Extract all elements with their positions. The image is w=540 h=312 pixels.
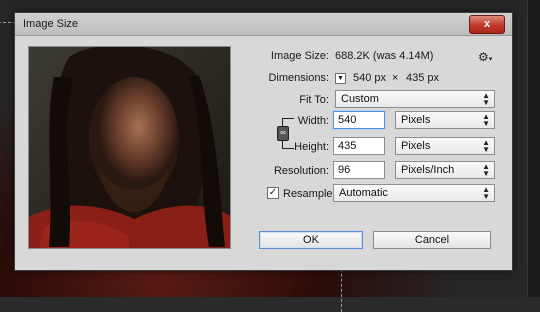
height-input[interactable]: 435 xyxy=(333,137,385,155)
chevron-updown-icon: ▲ ▼ xyxy=(482,138,490,154)
resolution-label: Resolution: xyxy=(273,165,329,177)
width-input[interactable]: 540 xyxy=(333,111,385,129)
dialog-titlebar[interactable]: Image Size x xyxy=(15,13,512,36)
checkmark-icon: ✓ xyxy=(268,187,278,198)
image-size-dialog: Image Size x Image Size: 688.2K (was 4.1… xyxy=(14,12,513,271)
preview-image xyxy=(29,47,230,248)
dimensions-label: Dimensions: xyxy=(268,72,329,84)
width-label: Width: xyxy=(297,115,329,127)
close-icon: x xyxy=(483,18,491,30)
fit-to-value: Custom xyxy=(341,93,379,105)
dimensions-separator: × xyxy=(392,72,399,84)
gear-icon[interactable]: ⚙▾ xyxy=(478,50,492,64)
panel-scrollbar[interactable] xyxy=(527,0,540,297)
fit-to-select[interactable]: Custom ▲ ▼ xyxy=(335,90,495,108)
height-unit-value: Pixels xyxy=(401,140,431,152)
dimensions-height: 435 px xyxy=(406,72,440,84)
dimensions-units-dropdown[interactable]: ▼ xyxy=(335,73,346,84)
dimensions-width: 540 px xyxy=(353,72,387,84)
resample-select[interactable]: Automatic ▲ ▼ xyxy=(333,184,495,202)
chevron-updown-icon: ▲ ▼ xyxy=(482,112,490,128)
image-size-value: 688.2K (was 4.14M) xyxy=(335,50,434,62)
fit-to-label: Fit To: xyxy=(299,94,329,106)
resample-value: Automatic xyxy=(339,187,388,199)
chevron-updown-icon: ▲ ▼ xyxy=(482,162,490,178)
height-unit-select[interactable]: Pixels ▲ ▼ xyxy=(395,137,495,155)
resolution-input[interactable]: 96 xyxy=(333,161,385,179)
cancel-button[interactable]: Cancel xyxy=(373,231,491,249)
close-button[interactable]: x xyxy=(469,15,505,34)
chevron-updown-icon: ▲ ▼ xyxy=(482,185,490,201)
width-unit-select[interactable]: Pixels ▲ ▼ xyxy=(395,111,495,129)
image-size-label: Image Size: xyxy=(270,50,329,62)
chevron-updown-icon: ▲ ▼ xyxy=(482,91,490,107)
width-unit-value: Pixels xyxy=(401,114,431,126)
image-preview[interactable] xyxy=(28,46,231,249)
chevron-down-icon: ▼ xyxy=(337,75,344,82)
height-label: Height: xyxy=(294,141,329,153)
resample-label: Resample: xyxy=(283,188,336,200)
chain-link-icon[interactable]: ∞ xyxy=(277,126,289,141)
resolution-unit-select[interactable]: Pixels/Inch ▲ ▼ xyxy=(395,161,495,179)
dialog-title: Image Size xyxy=(23,18,79,30)
resample-checkbox[interactable]: ✓ xyxy=(267,187,279,199)
resolution-unit-value: Pixels/Inch xyxy=(401,164,455,176)
ok-button[interactable]: OK xyxy=(259,231,363,249)
